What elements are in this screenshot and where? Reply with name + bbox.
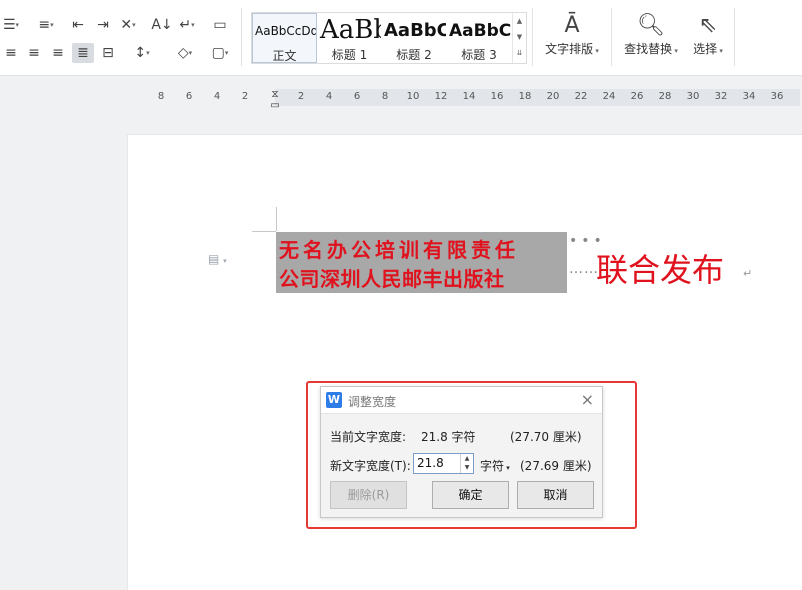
- style-normal[interactable]: AaBbCcDd 正文: [252, 13, 317, 63]
- unit-select-value: 字符: [480, 459, 505, 473]
- ruler-tick: 20: [546, 91, 560, 102]
- cursor-arrow-icon: ⇖: [698, 13, 718, 38]
- style-label: 标题 1: [331, 48, 368, 62]
- ruler-tick: 2: [297, 91, 305, 102]
- horizontal-ruler[interactable]: 8 6 4 2 2 4 6 8 10 12 14 16 18 20 22 24 26 28 30 32 34 36 ⧖ ▭: [155, 89, 802, 111]
- sort-icon[interactable]: A↓: [151, 15, 173, 35]
- show-hide-marks-icon[interactable]: ↵▾: [176, 15, 198, 35]
- ruler-tick: 4: [325, 91, 333, 102]
- spin-arrows-icon[interactable]: ▲ ▼: [460, 454, 473, 473]
- dialog-title-bar: W 调整宽度 ×: [321, 387, 602, 414]
- ruler-tick: 4: [213, 91, 221, 102]
- margin-corner-mark: [252, 231, 276, 232]
- align-left-icon[interactable]: ≡: [0, 43, 22, 63]
- style-sample: AaBb: [320, 15, 381, 45]
- style-heading-3[interactable]: AaBbCc 标题 3: [447, 13, 511, 63]
- text-layout-icon: Ā: [564, 13, 580, 38]
- select-button[interactable]: ⇖ 选择 ▾: [688, 12, 728, 64]
- close-icon[interactable]: ×: [581, 390, 594, 409]
- ruler-tick: 28: [658, 91, 672, 102]
- ruler-tick: 30: [686, 91, 700, 102]
- find-replace-button[interactable]: 🔍︎ 查找替换 ▾: [620, 12, 682, 64]
- border-icon[interactable]: ▢▾: [209, 43, 231, 63]
- leader-dots: ……: [569, 261, 599, 277]
- ruler-tick: 2: [241, 91, 249, 102]
- ribbon-separator: [241, 8, 242, 66]
- wps-logo-icon: W: [326, 392, 342, 408]
- line-spacing-icon[interactable]: ↕▾: [131, 43, 153, 63]
- style-sample: AaBbCcDd: [255, 24, 317, 38]
- unit-select[interactable]: 字符 ▾: [480, 457, 510, 474]
- style-label: 标题 3: [461, 48, 497, 62]
- magnifier-icon: 🔍︎: [637, 13, 665, 38]
- style-heading-2[interactable]: AaBbC 标题 2: [382, 13, 446, 63]
- decrease-indent-icon[interactable]: ⇤: [67, 15, 89, 35]
- increase-indent-icon[interactable]: ⇥: [92, 15, 114, 35]
- ribbon-separator: [734, 8, 735, 66]
- select-label: 选择: [693, 42, 718, 56]
- text-layout-button[interactable]: Ā 文字排版 ▾: [541, 12, 603, 64]
- new-width-cm: (27.69 厘米): [520, 459, 592, 473]
- ruler-tick: 6: [185, 91, 193, 102]
- ruler-tick: 14: [462, 91, 476, 102]
- document-text-line[interactable]: 公司深圳人民邮丰出版社: [279, 263, 505, 292]
- joint-publish-text[interactable]: 联合发布: [596, 245, 724, 291]
- cancel-button[interactable]: 取消: [517, 481, 594, 509]
- ruler-tick: 22: [574, 91, 588, 102]
- ribbon-separator: [532, 8, 533, 66]
- paragraph-mark: ↵: [743, 267, 753, 280]
- numbered-list-icon[interactable]: ≡▾: [35, 15, 57, 35]
- adjust-width-dialog: W 调整宽度 × 当前文字宽度: 21.8 字符 (27.70 厘米) 新文字宽…: [320, 386, 603, 518]
- ruler-tick: 18: [518, 91, 532, 102]
- style-sample: AaBbC: [384, 20, 446, 41]
- align-right-icon[interactable]: ≡: [47, 43, 69, 63]
- bullet-list-icon[interactable]: ☰▾: [0, 15, 22, 35]
- ruler-tick: 36: [770, 91, 784, 102]
- align-justify-icon[interactable]: ≣: [72, 43, 94, 63]
- style-label: 正文: [272, 49, 297, 63]
- ruler-tick: 16: [490, 91, 504, 102]
- style-label: 标题 2: [396, 48, 432, 62]
- ruler-tick: 8: [381, 91, 389, 102]
- ribbon-toolbar: ☰▾ ≡▾ ⇤ ⇥ ✕▾ A↓ ↵▾ ▭ ≡ ≡ ≡ ≣ ⊟ ↕▾ ◇▾ ▢▾ …: [0, 0, 802, 76]
- current-width-value: 21.8 字符: [421, 430, 476, 444]
- current-width-cm: (27.70 厘米): [510, 430, 582, 444]
- ruler-tick: 26: [630, 91, 644, 102]
- shading-icon[interactable]: ◇▾: [174, 43, 196, 63]
- text-layout-label: 文字排版: [545, 42, 594, 56]
- current-width-label: 当前文字宽度:: [330, 430, 407, 444]
- style-heading-1[interactable]: AaBb 标题 1: [318, 13, 381, 63]
- paragraph-layout-icon[interactable]: ▤ ▾: [208, 252, 227, 266]
- style-gallery: AaBbCcDd 正文 AaBb 标题 1 AaBbC 标题 2 AaBbCc …: [251, 12, 527, 64]
- margin-corner-mark: [276, 207, 277, 231]
- ruler-tick: 24: [602, 91, 616, 102]
- style-sample: AaBbCc: [449, 21, 511, 41]
- gallery-scroll-icon[interactable]: ▲ ▼ ⇊: [512, 13, 526, 63]
- new-width-label: 新文字宽度(T):: [330, 459, 411, 473]
- ruler-tick: 34: [742, 91, 756, 102]
- find-replace-label: 查找替换: [624, 42, 673, 56]
- delete-button[interactable]: 删除(R): [330, 481, 407, 509]
- indent-marker-icon[interactable]: ⧖ ▭: [269, 89, 281, 111]
- ribbon-separator: [611, 8, 612, 66]
- align-center-icon[interactable]: ≡: [23, 43, 45, 63]
- ruler-tick: 8: [157, 91, 165, 102]
- table-ruler-icon[interactable]: ▭: [209, 15, 231, 35]
- distribute-icon[interactable]: ⊟: [97, 43, 119, 63]
- ok-button[interactable]: 确定: [432, 481, 509, 509]
- chinese-layout-icon[interactable]: ✕▾: [117, 15, 139, 35]
- dialog-title: 调整宽度: [348, 395, 397, 409]
- ruler-tick: 32: [714, 91, 728, 102]
- ruler-tick: 6: [353, 91, 361, 102]
- document-text-line[interactable]: 无名办公培训有限责任: [279, 234, 519, 263]
- ruler-tick: 10: [406, 91, 420, 102]
- ruler-tick: 12: [434, 91, 448, 102]
